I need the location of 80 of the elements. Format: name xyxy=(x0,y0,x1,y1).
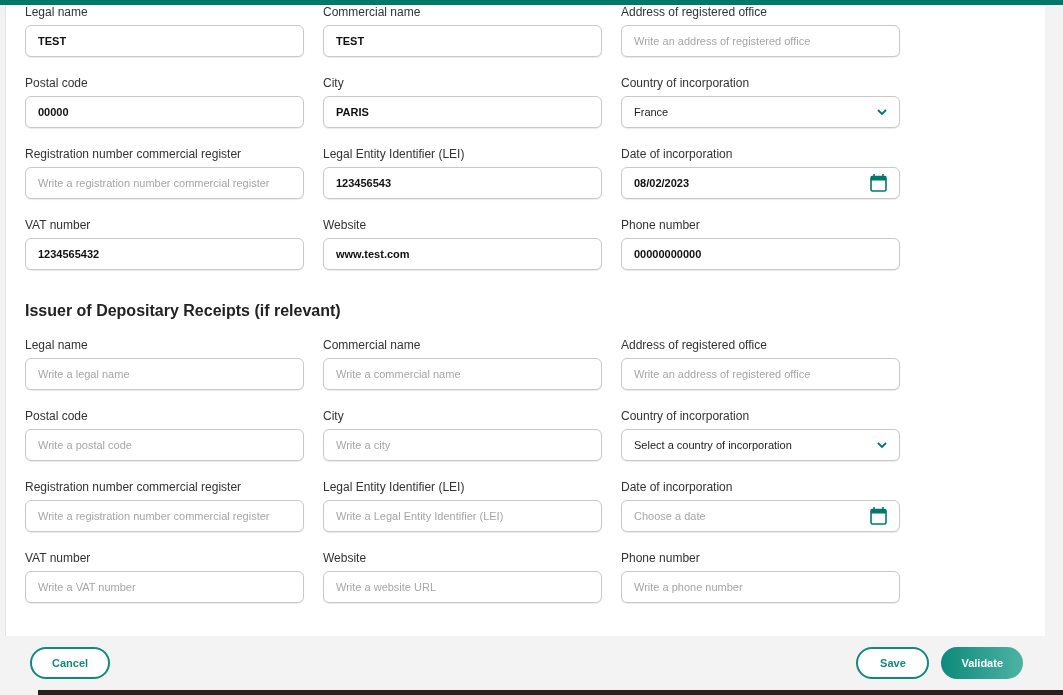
field-value: 00000000000 xyxy=(634,248,703,260)
input-field[interactable]: PARIS xyxy=(323,96,602,128)
placeholder-text: Choose a date xyxy=(634,510,707,522)
calendar-icon xyxy=(870,174,887,192)
date-field[interactable]: 08/02/2023 xyxy=(621,167,900,199)
placeholder-text: Write a city xyxy=(336,439,392,451)
input-field[interactable]: 1234565432 xyxy=(25,238,304,270)
input-field[interactable]: Write an address of registered office xyxy=(621,358,900,390)
input-field[interactable]: 00000 xyxy=(25,96,304,128)
field-label: Postal code xyxy=(25,409,89,423)
country-dropdown[interactable]: France xyxy=(621,96,900,128)
input-field[interactable]: Write a phone number xyxy=(621,571,900,603)
field-label: Commercial name xyxy=(323,5,422,19)
field-label: Commercial name xyxy=(323,338,422,352)
input-field[interactable]: Write a city xyxy=(323,429,602,461)
placeholder-text: Write an address of registered office xyxy=(634,35,812,47)
field-label: Date of incorporation xyxy=(621,147,734,161)
calendar-icon xyxy=(870,507,887,525)
field-label: City xyxy=(323,76,345,90)
input-field[interactable]: Write a registration number commercial register xyxy=(25,500,304,532)
field-value: TEST xyxy=(336,35,366,47)
placeholder-text: Write an address of registered office xyxy=(634,368,812,380)
placeholder-text: Write a legal name xyxy=(38,368,131,380)
field-label: Address of registered office xyxy=(621,5,768,19)
field-value: 123456543 xyxy=(336,177,393,189)
input-field[interactable]: Write a VAT number xyxy=(25,571,304,603)
placeholder-text: Write a VAT number xyxy=(38,581,137,593)
field-label: Country of incorporation xyxy=(621,76,751,90)
field-label: City xyxy=(323,409,345,423)
field-label: VAT number xyxy=(25,551,92,565)
country-dropdown[interactable]: Select a country of incorporation xyxy=(621,429,900,461)
field-value: TEST xyxy=(38,35,68,47)
chevron-down-icon xyxy=(877,108,887,116)
field-label: Postal code xyxy=(25,76,89,90)
field-label: Legal Entity Identifier (LEI) xyxy=(323,480,466,494)
field-label: Phone number xyxy=(621,551,701,565)
placeholder-text: Write a phone number xyxy=(634,581,744,593)
section-heading: Issuer of Depositary Receipts (if relevant) xyxy=(25,301,342,321)
placeholder-text: Write a Legal Entity Identifier (LEI) xyxy=(336,510,505,522)
input-field[interactable]: TEST xyxy=(25,25,304,57)
field-label: Registration number commercial register xyxy=(25,147,243,161)
input-field[interactable]: Write an address of registered office xyxy=(621,25,900,57)
field-label: Website xyxy=(323,218,368,232)
placeholder-text: Write a postal code xyxy=(38,439,133,451)
field-value: www.test.com xyxy=(336,248,411,260)
field-label: VAT number xyxy=(25,218,92,232)
field-value: Select a country of incorporation xyxy=(634,439,793,451)
cancel-button[interactable]: Cancel xyxy=(30,647,111,679)
field-label: Registration number commercial register xyxy=(25,480,243,494)
placeholder-text: Write a registration number commercial register xyxy=(38,510,271,522)
input-field[interactable]: Write a commercial name xyxy=(323,358,602,390)
input-field[interactable]: www.test.com xyxy=(323,238,602,270)
field-label: Date of incorporation xyxy=(621,480,734,494)
field-label: Legal name xyxy=(25,5,89,19)
field-label: Website xyxy=(323,551,368,565)
placeholder-text: Write a registration number commercial register xyxy=(38,177,271,189)
field-label: Phone number xyxy=(621,218,701,232)
input-field[interactable]: Write a registration number commercial register xyxy=(25,167,304,199)
chevron-down-icon xyxy=(877,441,887,449)
field-label: Legal name xyxy=(25,338,89,352)
input-field[interactable]: Write a legal name xyxy=(25,358,304,390)
validate-button[interactable]: Validate xyxy=(941,647,1023,679)
date-field[interactable]: Choose a date xyxy=(621,500,900,532)
placeholder-text: Write a commercial name xyxy=(336,368,462,380)
field-label: Address of registered office xyxy=(621,338,768,352)
input-field[interactable]: 123456543 xyxy=(323,167,602,199)
input-field[interactable]: Write a postal code xyxy=(25,429,304,461)
input-field[interactable]: Write a Legal Entity Identifier (LEI) xyxy=(323,500,602,532)
placeholder-text: Write a website URL xyxy=(336,581,438,593)
input-field[interactable]: Write a website URL xyxy=(323,571,602,603)
field-value: PARIS xyxy=(336,106,370,118)
field-label: Legal Entity Identifier (LEI) xyxy=(323,147,466,161)
field-value: France xyxy=(634,106,670,118)
input-field[interactable]: 00000000000 xyxy=(621,238,900,270)
field-value: 00000 xyxy=(38,106,70,118)
field-value: 08/02/2023 xyxy=(634,177,691,189)
field-label: Country of incorporation xyxy=(621,409,751,423)
input-field[interactable]: TEST xyxy=(323,25,602,57)
field-value: 1234565432 xyxy=(38,248,101,260)
save-button[interactable]: Save xyxy=(856,647,930,679)
